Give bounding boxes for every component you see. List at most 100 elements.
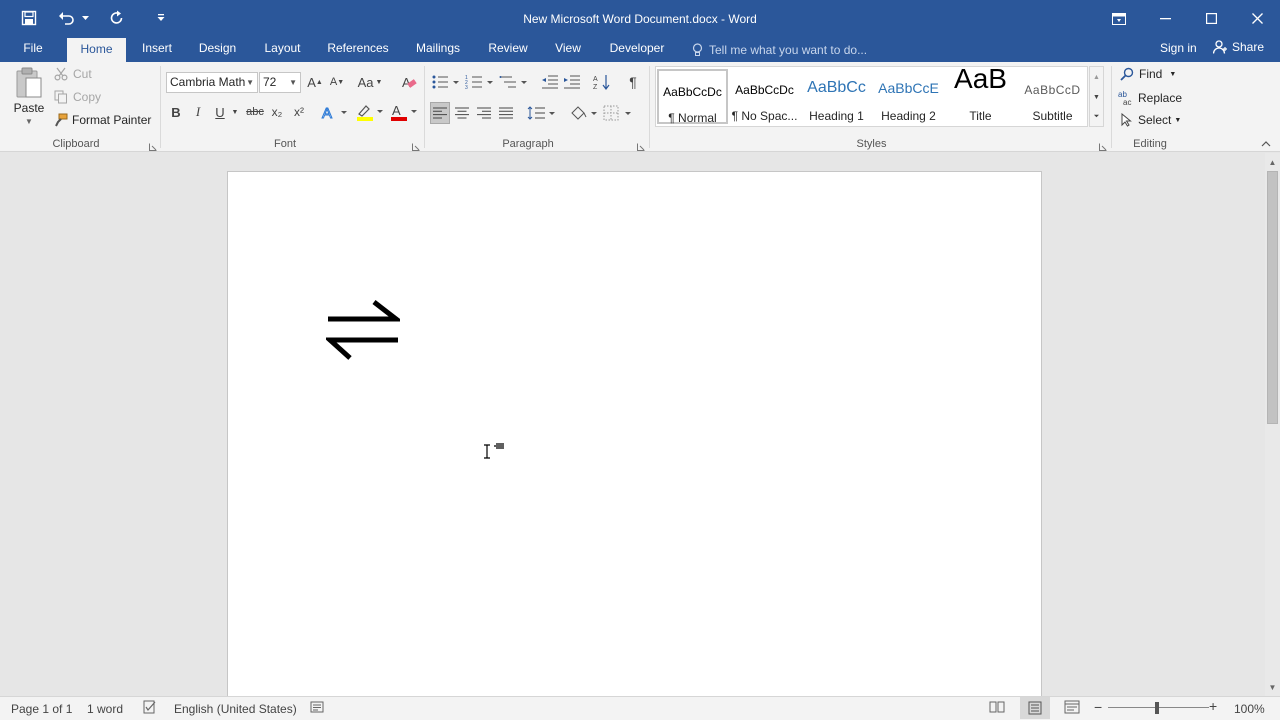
select-dropdown-icon[interactable]: ▼ bbox=[1174, 117, 1181, 124]
zoom-level[interactable]: 100% bbox=[1234, 702, 1265, 716]
tab-view[interactable]: View bbox=[546, 37, 590, 62]
show-formatting-marks-icon[interactable]: ¶ bbox=[624, 72, 642, 92]
tab-references[interactable]: References bbox=[322, 37, 394, 62]
zoom-slider-thumb[interactable] bbox=[1155, 702, 1159, 714]
change-case-icon[interactable]: Aa ▼ bbox=[356, 72, 384, 92]
font-dialog-launcher-icon[interactable] bbox=[412, 140, 420, 151]
font-size-box[interactable]: 72 ▼ bbox=[259, 72, 301, 93]
style-title[interactable]: AaB Title bbox=[945, 63, 1016, 124]
undo-dropdown-icon[interactable] bbox=[80, 6, 90, 30]
format-painter-button[interactable]: Format Painter bbox=[54, 113, 151, 127]
decrease-indent-icon[interactable] bbox=[540, 72, 560, 92]
ribbon-display-options-icon[interactable] bbox=[1096, 0, 1142, 37]
tab-design[interactable]: Design bbox=[192, 37, 243, 62]
paste-icon[interactable] bbox=[14, 66, 44, 100]
grow-font-icon[interactable]: A ▲ bbox=[306, 72, 324, 92]
increase-indent-icon[interactable] bbox=[562, 72, 582, 92]
cut-button[interactable]: Cut bbox=[54, 67, 92, 81]
font-name-box[interactable]: Cambria Math ▼ bbox=[166, 72, 258, 93]
vertical-scrollbar[interactable]: ▲ ▼ bbox=[1265, 153, 1280, 696]
scroll-up-icon[interactable]: ▲ bbox=[1265, 155, 1280, 169]
styles-more-icon[interactable]: ⏷ bbox=[1090, 109, 1103, 125]
tab-developer[interactable]: Developer bbox=[602, 37, 672, 62]
web-layout-icon[interactable] bbox=[1064, 700, 1080, 717]
styles-scroll-up-icon[interactable]: ▲ bbox=[1090, 69, 1103, 85]
numbering-icon[interactable]: 123 bbox=[464, 72, 496, 92]
replace-button[interactable]: ab ac Replace bbox=[1118, 90, 1182, 106]
tab-file[interactable]: File bbox=[14, 37, 52, 62]
strikethrough-button[interactable]: abc bbox=[244, 102, 266, 122]
clear-formatting-icon[interactable]: A bbox=[400, 72, 418, 92]
copy-button[interactable]: Copy bbox=[54, 90, 101, 104]
collapse-ribbon-icon[interactable] bbox=[1259, 138, 1273, 150]
borders-icon[interactable] bbox=[602, 102, 634, 124]
align-left-icon[interactable] bbox=[430, 102, 450, 124]
justify-icon[interactable] bbox=[496, 102, 516, 124]
paragraph-group-label: Paragraph bbox=[502, 138, 554, 150]
select-button[interactable]: Select ▼ bbox=[1121, 113, 1181, 127]
tab-layout[interactable]: Layout bbox=[256, 37, 309, 62]
style-normal[interactable]: AaBbCcDc ¶ Normal bbox=[657, 69, 728, 125]
sign-in-link[interactable]: Sign in bbox=[1160, 41, 1197, 55]
macro-recording-icon[interactable] bbox=[310, 700, 324, 717]
maximize-icon[interactable] bbox=[1188, 0, 1234, 37]
style-subtitle[interactable]: AaBbCcD Subtitle bbox=[1017, 69, 1088, 124]
paste-button[interactable]: Paste bbox=[14, 101, 45, 115]
undo-icon[interactable] bbox=[54, 6, 80, 30]
proofing-icon[interactable] bbox=[143, 700, 157, 717]
scroll-thumb[interactable] bbox=[1267, 171, 1278, 424]
text-effects-icon[interactable]: A bbox=[320, 102, 350, 122]
ribbon-tab-bar: File Home Insert Design Layout Reference… bbox=[0, 37, 1280, 62]
superscript-button[interactable]: x² bbox=[290, 102, 308, 122]
clipboard-dialog-launcher-icon[interactable] bbox=[149, 140, 157, 151]
subscript-button[interactable]: x₂ bbox=[268, 102, 286, 122]
page-count[interactable]: Page 1 of 1 bbox=[11, 702, 72, 716]
styles-dialog-launcher-icon[interactable] bbox=[1099, 140, 1107, 151]
align-right-icon[interactable] bbox=[474, 102, 494, 124]
read-mode-icon[interactable] bbox=[989, 700, 1005, 717]
document-page[interactable]: ⇌ bbox=[227, 171, 1042, 711]
bullets-icon[interactable] bbox=[430, 72, 462, 92]
paste-dropdown-icon[interactable]: ▼ bbox=[25, 117, 33, 126]
font-color-icon[interactable]: A bbox=[388, 102, 420, 122]
underline-dropdown-icon[interactable]: ▼ bbox=[230, 102, 240, 122]
multilevel-list-icon[interactable] bbox=[498, 72, 530, 92]
scroll-down-icon[interactable]: ▼ bbox=[1265, 680, 1280, 694]
style-no-spacing[interactable]: AaBbCcDc ¶ No Spac... bbox=[729, 69, 800, 124]
bold-button[interactable]: B bbox=[168, 102, 184, 122]
underline-button[interactable]: U bbox=[212, 102, 228, 122]
font-size-dropdown-icon[interactable]: ▼ bbox=[289, 73, 297, 92]
style-name: Title bbox=[969, 109, 992, 123]
zoom-in-icon[interactable]: + bbox=[1209, 699, 1217, 713]
tab-review[interactable]: Review bbox=[482, 37, 534, 62]
highlight-color-icon[interactable] bbox=[354, 102, 386, 122]
tab-home[interactable]: Home bbox=[67, 38, 126, 62]
style-heading-1[interactable]: AaBbCc Heading 1 bbox=[801, 69, 872, 124]
minimize-icon[interactable] bbox=[1142, 0, 1188, 37]
style-heading-2[interactable]: AaBbCcE Heading 2 bbox=[873, 69, 944, 124]
tell-me-box[interactable]: Tell me what you want to do... bbox=[692, 40, 867, 60]
save-icon[interactable] bbox=[16, 6, 42, 30]
word-count[interactable]: 1 word bbox=[87, 702, 123, 716]
center-icon[interactable] bbox=[452, 102, 472, 124]
find-button[interactable]: Find ▼ bbox=[1120, 67, 1176, 81]
zoom-out-icon[interactable]: − bbox=[1094, 700, 1102, 714]
print-layout-icon[interactable] bbox=[1020, 697, 1050, 719]
paragraph-dialog-launcher-icon[interactable] bbox=[637, 140, 645, 151]
share-label: Share bbox=[1232, 40, 1265, 54]
customize-qat-icon[interactable] bbox=[148, 6, 174, 30]
tab-mailings[interactable]: Mailings bbox=[406, 37, 470, 62]
styles-scroll-down-icon[interactable]: ▼ bbox=[1090, 89, 1103, 105]
tab-insert[interactable]: Insert bbox=[134, 37, 180, 62]
font-name-dropdown-icon[interactable]: ▼ bbox=[246, 73, 254, 92]
shrink-font-icon[interactable]: A ▼ bbox=[328, 72, 346, 92]
share-button[interactable]: Share bbox=[1213, 40, 1264, 54]
line-spacing-icon[interactable] bbox=[526, 102, 558, 124]
close-icon[interactable] bbox=[1234, 0, 1280, 37]
italic-button[interactable]: I bbox=[190, 102, 206, 122]
find-dropdown-icon[interactable]: ▼ bbox=[1169, 71, 1176, 78]
shading-icon[interactable] bbox=[568, 102, 600, 124]
repeat-icon[interactable] bbox=[104, 6, 130, 30]
language-indicator[interactable]: English (United States) bbox=[174, 702, 297, 716]
sort-icon[interactable]: AZ bbox=[592, 72, 612, 92]
